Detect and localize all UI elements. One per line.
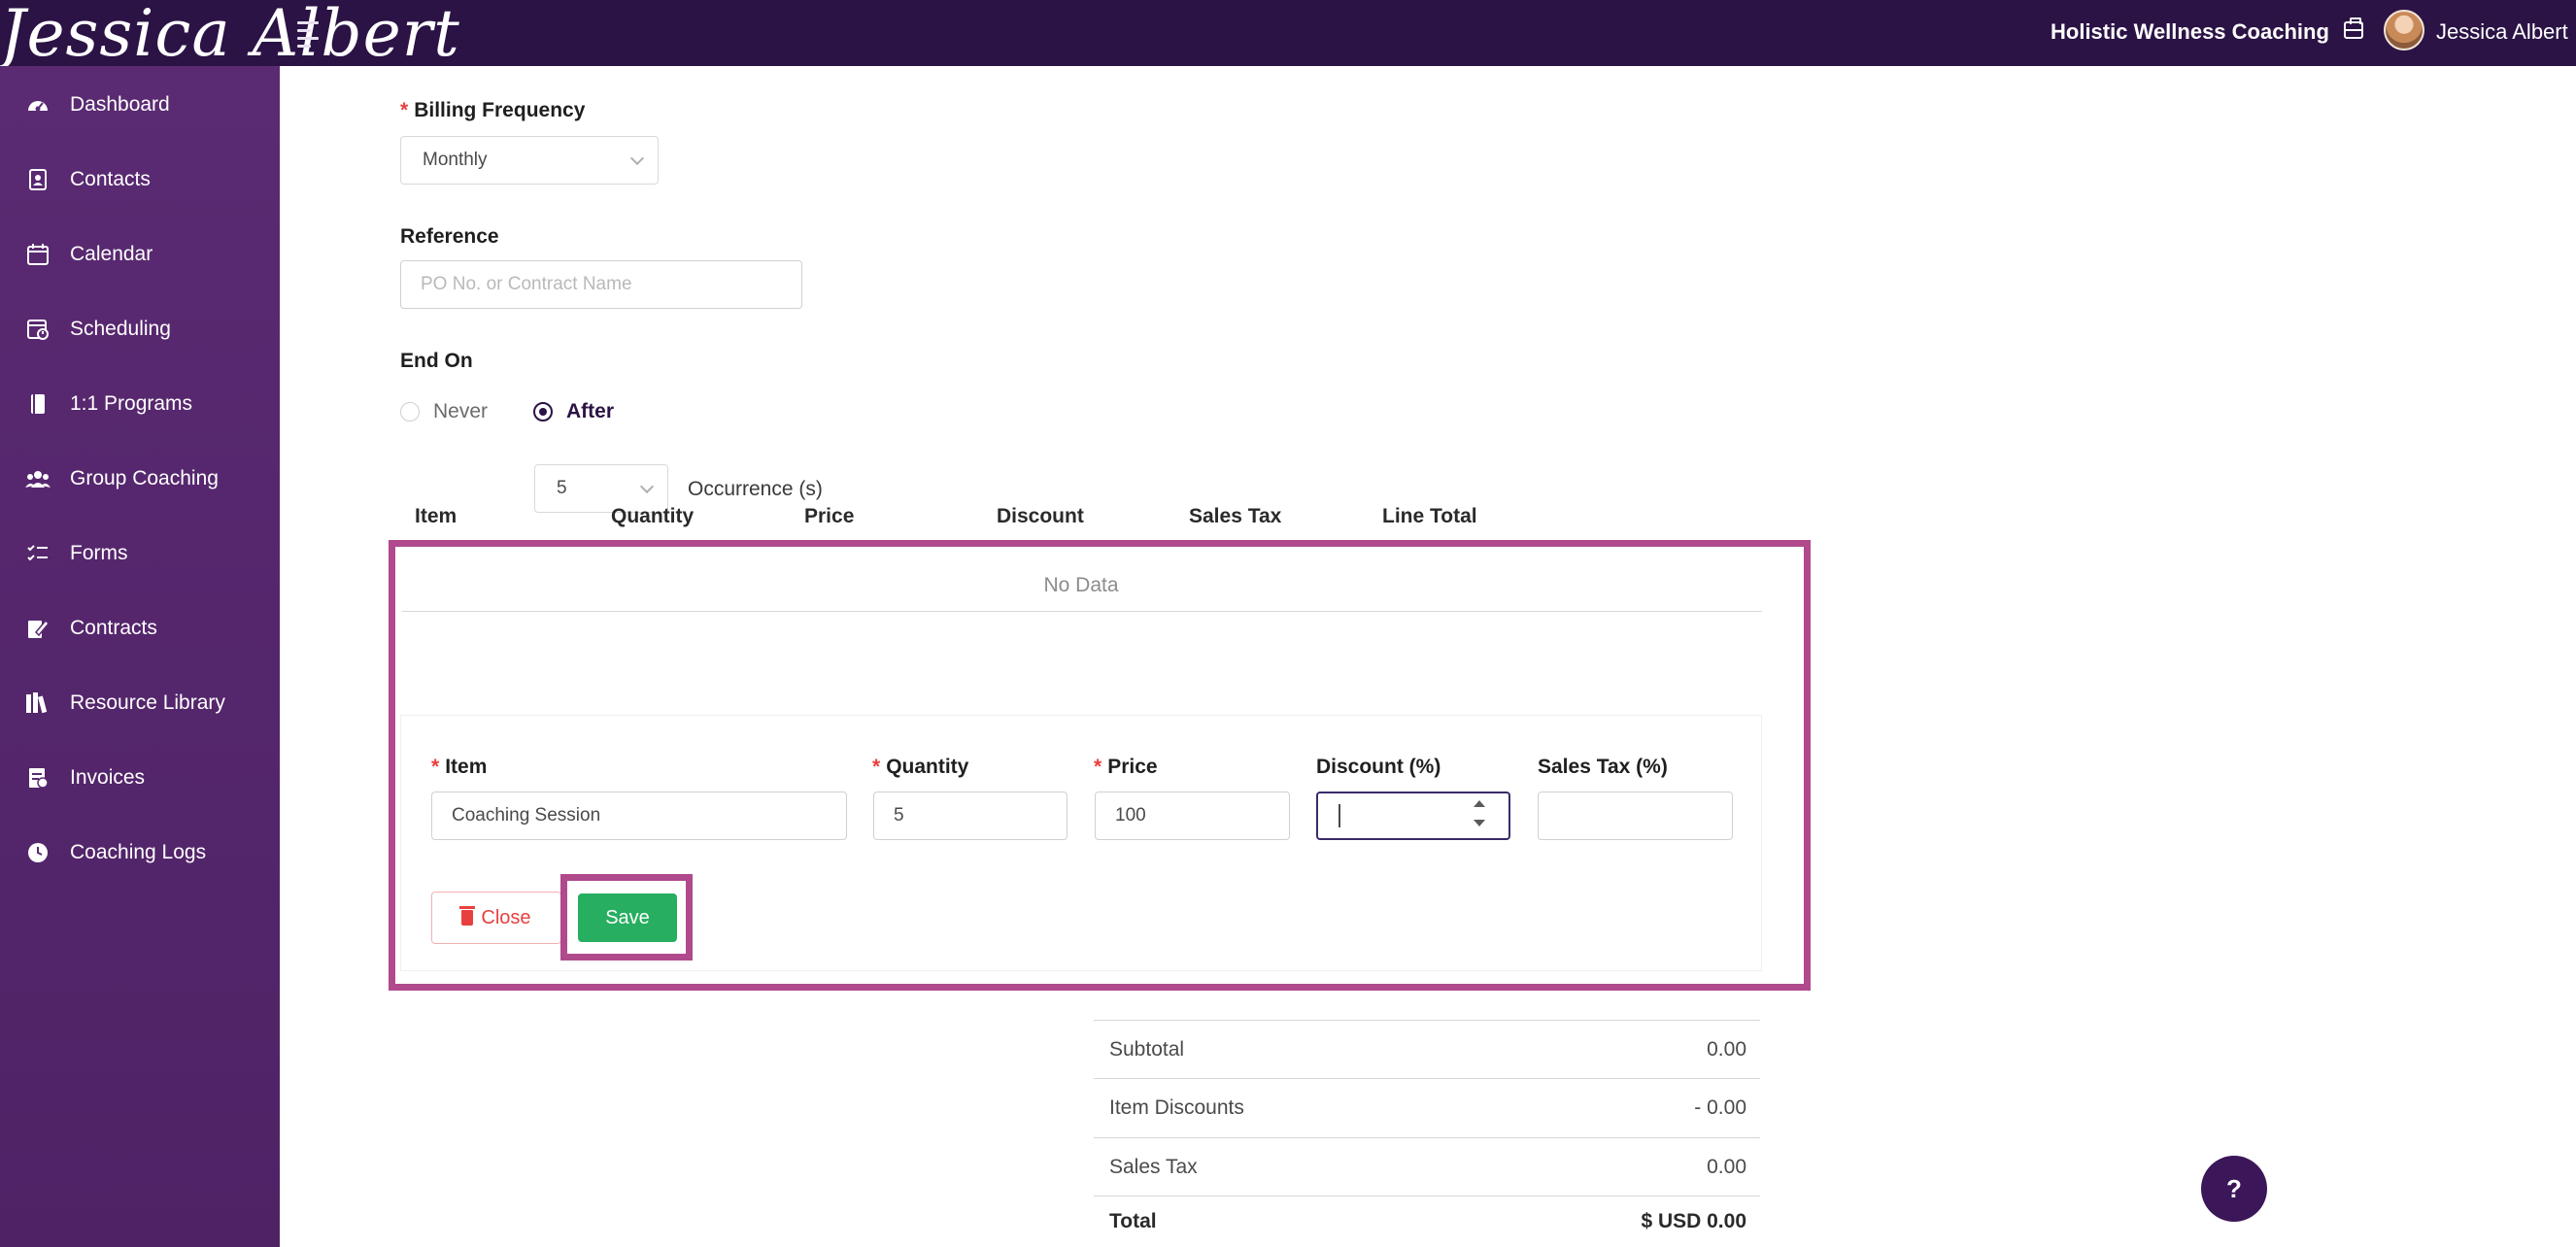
summary-value: - 0.00	[1694, 1096, 1746, 1119]
chevron-down-icon	[629, 151, 645, 166]
price-input[interactable]	[1095, 792, 1290, 840]
quantity-label: * Quantity	[872, 756, 969, 778]
summary-value: 0.00	[1707, 1038, 1746, 1061]
library-icon	[25, 691, 51, 715]
price-label: * Price	[1094, 756, 1158, 778]
table-empty-text: No Data	[1043, 574, 1119, 596]
summary-subtotal-row: Subtotal 0.00	[1094, 1020, 1760, 1078]
column-header-quantity: Quantity	[611, 505, 695, 527]
spinner-down-icon[interactable]	[1474, 820, 1485, 826]
radio-circle[interactable]	[533, 402, 553, 421]
radio-label: After	[566, 400, 615, 422]
group-icon	[25, 467, 51, 490]
sidebar-item-invoices[interactable]: Invoices	[0, 751, 280, 805]
summary-label: Item Discounts	[1109, 1096, 1244, 1119]
sidebar-item-label: Contacts	[70, 168, 151, 190]
close-button[interactable]: Close	[431, 892, 561, 944]
column-header-sales-tax: Sales Tax	[1189, 505, 1282, 527]
number-spinner[interactable]	[1471, 796, 1488, 835]
briefcase-icon[interactable]	[2344, 17, 2363, 39]
quantity-input[interactable]	[873, 792, 1068, 840]
reference-input[interactable]	[400, 260, 802, 309]
summary-discounts-row: Item Discounts - 0.00	[1094, 1078, 1760, 1136]
item-label: * Item	[431, 756, 488, 778]
sidebar-item-resource-library[interactable]: Resource Library	[0, 676, 280, 730]
sidebar-item-forms[interactable]: Forms	[0, 526, 280, 581]
column-header-line-total: Line Total	[1382, 505, 1477, 527]
sidebar-item-dashboard[interactable]: Dashboard	[0, 78, 280, 132]
user-name[interactable]: Jessica Albert	[2436, 19, 2568, 45]
summary-sales-tax-row: Sales Tax 0.00	[1094, 1137, 1760, 1196]
clock-icon	[25, 841, 51, 864]
sidebar-item-label: Invoices	[70, 766, 146, 789]
table-header-divider	[402, 611, 1762, 612]
item-input[interactable]	[431, 792, 847, 840]
text-caret	[1339, 804, 1340, 827]
sidebar-item-label: Dashboard	[70, 93, 170, 116]
spinner-up-icon[interactable]	[1474, 800, 1485, 807]
contract-icon	[25, 617, 51, 640]
sidebar-item-contacts[interactable]: Contacts	[0, 152, 280, 207]
summary-label: Sales Tax	[1109, 1156, 1198, 1178]
business-name[interactable]: Holistic Wellness Coaching	[2051, 19, 2329, 45]
sidebar-item-label: Contracts	[70, 617, 157, 639]
sidebar-item-label: Resource Library	[70, 691, 225, 714]
column-header-discount: Discount	[997, 505, 1084, 527]
billing-frequency-select[interactable]: Monthly	[400, 136, 659, 185]
sales-tax-label: Sales Tax (%)	[1538, 756, 1668, 778]
avatar[interactable]	[2384, 10, 2424, 51]
sidebar-item-group-coaching[interactable]: Group Coaching	[0, 452, 280, 506]
sidebar-item-label: Calendar	[70, 243, 153, 265]
reference-label: Reference	[400, 225, 499, 248]
radio-after[interactable]: After	[533, 400, 614, 423]
summary-value: $ USD 0.00	[1641, 1210, 1746, 1232]
sales-tax-input[interactable]	[1538, 792, 1733, 840]
end-on-label: End On	[400, 350, 473, 372]
save-button[interactable]: Save	[578, 893, 677, 942]
sidebar-item-contracts[interactable]: Contracts	[0, 601, 280, 656]
brand-logo[interactable]: Jessica Albert	[0, 0, 460, 71]
top-bar: Jessica Albert Holistic Wellness Coachin…	[0, 0, 2576, 71]
radio-never[interactable]: Never	[400, 400, 488, 423]
menu-toggle-icon[interactable]	[297, 17, 330, 51]
radio-circle[interactable]	[400, 402, 420, 421]
sidebar-item-label: 1:1 Programs	[70, 392, 193, 415]
occurrences-label: Occurrence (s)	[688, 478, 823, 500]
scheduling-icon	[25, 318, 51, 341]
sidebar: Dashboard Contacts Calendar Scheduling 1…	[0, 66, 280, 1247]
book-icon	[25, 392, 51, 416]
billing-frequency-label: * Billing Frequency	[400, 99, 586, 121]
summary-label: Subtotal	[1109, 1038, 1185, 1061]
summary-total-row: Total $ USD 0.00	[1094, 1196, 1760, 1247]
sidebar-item-label: Group Coaching	[70, 467, 219, 489]
sidebar-item-label: Scheduling	[70, 318, 171, 340]
summary-value: 0.00	[1707, 1156, 1746, 1178]
chevron-down-icon	[639, 479, 655, 494]
sidebar-item-scheduling[interactable]: Scheduling	[0, 302, 280, 356]
sidebar-item-label: Forms	[70, 542, 128, 564]
summary-label: Total	[1109, 1210, 1157, 1232]
contacts-icon	[25, 168, 51, 191]
column-header-item: Item	[415, 505, 458, 527]
help-button[interactable]: ?	[2201, 1156, 2267, 1222]
sidebar-item-coaching-logs[interactable]: Coaching Logs	[0, 826, 280, 880]
dashboard-icon	[25, 93, 51, 117]
sidebar-item-label: Coaching Logs	[70, 841, 207, 863]
trash-icon	[459, 906, 476, 926]
calendar-icon	[25, 243, 51, 266]
forms-icon	[25, 542, 51, 565]
radio-label: Never	[433, 400, 489, 422]
sidebar-item-calendar[interactable]: Calendar	[0, 227, 280, 282]
discount-label: Discount (%)	[1316, 756, 1441, 778]
column-header-price: Price	[804, 505, 855, 527]
invoice-icon	[25, 766, 51, 790]
sidebar-item-programs[interactable]: 1:1 Programs	[0, 377, 280, 431]
